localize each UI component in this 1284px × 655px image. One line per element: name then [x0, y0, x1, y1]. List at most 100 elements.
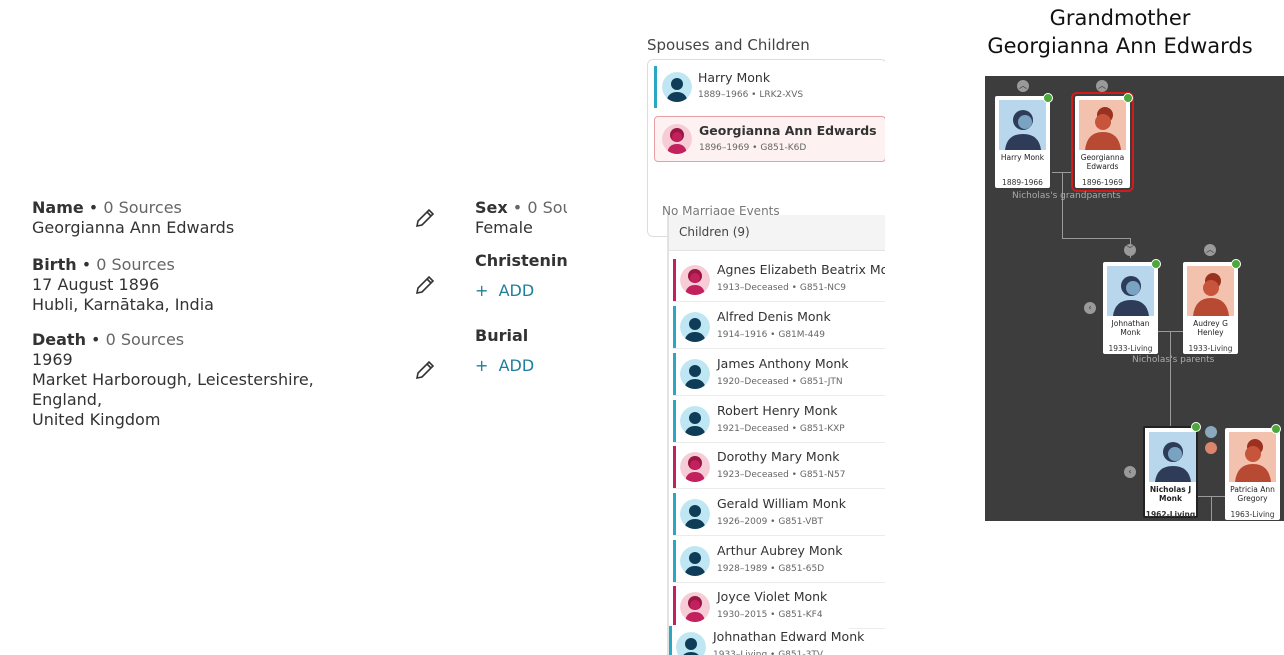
- child-meta: 1930–2015 • G851-KF4: [717, 610, 823, 620]
- male-indicator-bar: [673, 400, 676, 442]
- child-row[interactable]: Gerald William Monk 1926–2009 • G851-VBT: [673, 492, 885, 536]
- spouse-meta: 1889–1966 • LRK2-XVS: [698, 90, 804, 100]
- male-portrait-icon: [1107, 266, 1154, 316]
- tree-person-dates: 1963-Living: [1230, 510, 1275, 519]
- female-portrait-icon: [1229, 432, 1276, 482]
- death-date: 1969: [32, 350, 73, 369]
- tree-title-person: Georgianna Ann Edwards: [987, 34, 1253, 58]
- male-indicator-bar: [673, 540, 676, 582]
- expand-up-chevron-icon[interactable]: ︿: [1017, 80, 1029, 92]
- tree-person-name: Johnathan Monk: [1111, 319, 1150, 337]
- male-avatar-icon: [680, 312, 710, 342]
- birth-vital: Birth • 0 Sources 17 August 1896 Hubli, …: [32, 255, 382, 315]
- male-portrait-icon: [999, 100, 1046, 150]
- death-sources[interactable]: 0 Sources: [106, 330, 185, 349]
- death-vital: Death • 0 Sources 1969 Market Harborough…: [32, 330, 382, 430]
- expand-up-chevron-icon[interactable]: ︿: [1096, 80, 1108, 92]
- tree-card-johnathan[interactable]: Johnathan Monk 1933-Living: [1103, 262, 1158, 354]
- tree-card-patricia[interactable]: Patricia Ann Gregory 1963-Living: [1225, 428, 1280, 520]
- record-hint-badge-icon[interactable]: [1191, 422, 1201, 432]
- male-indicator-bar: [669, 626, 672, 655]
- add-burial-label: ADD: [498, 356, 535, 375]
- child-name: James Anthony Monk: [717, 356, 849, 371]
- record-hint-badge-icon[interactable]: [1231, 259, 1241, 269]
- children-header[interactable]: Children (9): [669, 215, 885, 251]
- grandparents-caption: Nicholas's grandparents: [1012, 191, 1121, 201]
- record-hint-badge-icon[interactable]: [1123, 93, 1133, 103]
- male-avatar-icon: [680, 499, 710, 529]
- edit-birth-pencil-icon[interactable]: [413, 273, 437, 297]
- sex-vital: Sex • 0 Sources Female: [475, 198, 567, 238]
- child-name: Joyce Violet Monk: [717, 589, 828, 604]
- tree-card-nicholas[interactable]: Nicholas J Monk 1962-Living: [1143, 426, 1198, 519]
- death-place-line2: United Kingdom: [32, 410, 161, 429]
- spouse-row-harry[interactable]: Harry Monk 1889–1966 • LRK2-XVS: [654, 64, 885, 110]
- name-vital: Name • 0 Sources Georgianna Ann Edwards: [32, 198, 382, 238]
- child-row[interactable]: Joyce Violet Monk 1930–2015 • G851-KF4: [673, 585, 885, 629]
- male-indicator-bar: [673, 306, 676, 348]
- expand-left-chevron-icon[interactable]: ‹: [1124, 466, 1136, 478]
- spouse-switch-male-icon[interactable]: [1205, 426, 1217, 438]
- parents-caption: Nicholas's parents: [1132, 355, 1215, 365]
- male-avatar-icon: [676, 632, 706, 655]
- record-hint-badge-icon[interactable]: [1043, 93, 1053, 103]
- children-list: Children (9) Agnes Elizabeth Beatrix Mon…: [667, 215, 885, 655]
- descent-line: [1211, 496, 1212, 521]
- child-row[interactable]: Alfred Denis Monk 1914–1916 • G81M-449: [673, 305, 885, 349]
- male-portrait-icon: [1149, 432, 1196, 482]
- female-portrait-icon: [1079, 100, 1126, 150]
- female-indicator-bar: [673, 586, 676, 628]
- name-value: Georgianna Ann Edwards: [32, 218, 235, 237]
- add-burial-button[interactable]: + ADD: [475, 356, 567, 376]
- child-row[interactable]: Robert Henry Monk 1921–Deceased • G851-KX…: [673, 399, 885, 443]
- male-avatar-icon: [680, 546, 710, 576]
- death-place-line1: Market Harborough, Leicestershire, Engla…: [32, 370, 314, 409]
- birth-label: Birth: [32, 255, 77, 274]
- child-name: Dorothy Mary Monk: [717, 449, 840, 464]
- child-meta: 1923–Deceased • G851-N57: [717, 470, 846, 480]
- female-avatar-icon: [662, 124, 692, 154]
- child-meta: 1913–Deceased • G851-NC9: [717, 283, 846, 293]
- burial-label: Burial: [475, 326, 529, 345]
- child-row[interactable]: Agnes Elizabeth Beatrix Monk 1913–Decease…: [673, 258, 885, 302]
- child-row[interactable]: Dorothy Mary Monk 1923–Deceased • G851-N5…: [673, 445, 885, 489]
- male-avatar-icon: [680, 406, 710, 436]
- tree-person-dates: 1933-Living: [1188, 344, 1233, 353]
- child-name: Gerald William Monk: [717, 496, 846, 511]
- male-indicator-bar: [654, 66, 657, 108]
- child-row[interactable]: Arthur Aubrey Monk 1928–1989 • G851-65D: [673, 539, 885, 583]
- add-christening-label: ADD: [498, 281, 535, 300]
- spouse-switch-female-icon[interactable]: [1205, 442, 1217, 454]
- expand-left-chevron-icon[interactable]: ‹: [1084, 302, 1096, 314]
- tree-person-dates: 1896-1969: [1082, 178, 1123, 187]
- record-hint-badge-icon[interactable]: [1151, 259, 1161, 269]
- name-label: Name: [32, 198, 84, 217]
- child-row[interactable]: Johnathan Edward Monk 1933–Living • G851-…: [669, 625, 864, 655]
- tree-card-harry[interactable]: Harry Monk 1889-1966: [995, 96, 1050, 188]
- birth-date: 17 August 1896: [32, 275, 160, 294]
- spouse-row-georgianna[interactable]: Georgianna Ann Edwards 1896–1969 • G851-…: [654, 116, 885, 162]
- male-avatar-icon: [680, 359, 710, 389]
- spouse-name: Harry Monk: [698, 70, 771, 85]
- couple-card: Harry Monk 1889–1966 • LRK2-XVS Georgian…: [647, 59, 885, 237]
- descent-line: [1170, 331, 1171, 426]
- edit-death-pencil-icon[interactable]: [413, 358, 437, 382]
- expand-down-chevron-icon[interactable]: ﹀: [1124, 244, 1136, 256]
- tree-person-name: Harry Monk: [1000, 153, 1045, 162]
- birth-sources[interactable]: 0 Sources: [96, 255, 175, 274]
- child-meta: 1914–1916 • G81M-449: [717, 330, 825, 340]
- add-christening-button[interactable]: + ADD: [475, 281, 567, 301]
- expand-up-chevron-icon[interactable]: ︿: [1204, 244, 1216, 256]
- edit-name-pencil-icon[interactable]: [413, 206, 437, 230]
- male-indicator-bar: [673, 493, 676, 535]
- sex-sources[interactable]: 0 Sources: [527, 198, 567, 217]
- tree-card-audrey[interactable]: Audrey G Henley 1933-Living: [1183, 262, 1238, 354]
- child-row[interactable]: James Anthony Monk 1920–Deceased • G851-J…: [673, 352, 885, 396]
- female-indicator-bar: [673, 446, 676, 488]
- name-sources[interactable]: 0 Sources: [103, 198, 182, 217]
- christening-vital: Christening + ADD: [475, 251, 567, 301]
- record-hint-badge-icon[interactable]: [1271, 424, 1281, 434]
- child-meta: 1933–Living • G851-3TV: [713, 650, 823, 655]
- tree-card-georgianna[interactable]: Georgianna Edwards 1896-1969: [1071, 92, 1134, 192]
- tree-person-dates: 1933-Living: [1108, 344, 1153, 353]
